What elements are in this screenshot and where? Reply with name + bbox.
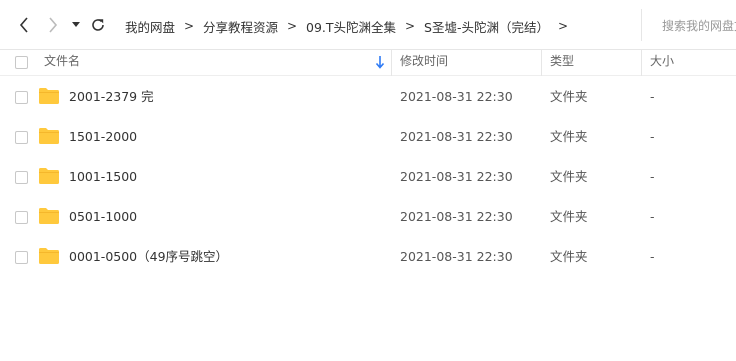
table-row[interactable]: 1501-2000 2021-08-31 22:30 文件夹 - [0,118,736,158]
file-size: - [650,209,655,224]
file-name[interactable]: 2001-2379 完 [69,78,154,118]
file-type: 文件夹 [550,209,588,224]
row-checkbox[interactable] [15,171,28,184]
file-name[interactable]: 1001-1500 [69,158,137,198]
file-type: 文件夹 [550,169,588,184]
table-row[interactable]: 2001-2379 完 2021-08-31 22:30 文件夹 - [0,78,736,118]
breadcrumb-separator: > [287,19,298,33]
file-modified-time: 2021-08-31 22:30 [400,169,513,184]
table-row[interactable]: 0001-0500（49序号跳空） 2021-08-31 22:30 文件夹 - [0,238,736,278]
forward-button[interactable] [43,14,63,36]
file-size: - [650,249,655,264]
row-checkbox[interactable] [15,251,28,264]
file-size: - [650,89,655,104]
file-manager-window: 我的网盘 > 分享教程资源 > 09.T头陀渊全集 > S圣墟-头陀渊（完结） … [0,0,736,361]
column-header-type[interactable]: 类型 [550,50,574,76]
column-header-size[interactable]: 大小 [650,50,674,76]
folder-icon [39,208,59,224]
breadcrumb-item-collection[interactable]: 09.T头陀渊全集 [302,17,400,36]
row-checkbox[interactable] [15,91,28,104]
sort-down-arrow-icon[interactable] [374,55,386,69]
column-header-modified[interactable]: 修改时间 [400,50,448,76]
folder-icon [39,168,59,184]
history-dropdown-button[interactable] [70,14,82,36]
table-row[interactable]: 1001-1500 2021-08-31 22:30 文件夹 - [0,158,736,198]
refresh-button[interactable] [88,14,108,36]
back-button[interactable] [14,14,34,36]
folder-icon [39,128,59,144]
file-name[interactable]: 1501-2000 [69,118,137,158]
file-name[interactable]: 0501-1000 [69,198,137,238]
file-list-header: 文件名 修改时间 类型 大小 [0,50,736,76]
file-modified-time: 2021-08-31 22:30 [400,209,513,224]
row-checkbox[interactable] [15,131,28,144]
navigation-bar: 我的网盘 > 分享教程资源 > 09.T头陀渊全集 > S圣墟-头陀渊（完结） … [0,0,736,50]
select-all-checkbox[interactable] [15,56,28,69]
file-size: - [650,129,655,144]
column-divider[interactable] [391,50,392,76]
search-input[interactable]: 搜索我的网盘文件 [641,9,736,41]
row-checkbox[interactable] [15,211,28,224]
search-placeholder: 搜索我的网盘文件 [662,18,736,33]
breadcrumb-item-current-folder[interactable]: S圣墟-头陀渊（完结） [420,17,553,36]
forward-arrow-icon [49,17,58,33]
table-row[interactable]: 0501-1000 2021-08-31 22:30 文件夹 - [0,198,736,238]
file-name[interactable]: 0001-0500（49序号跳空） [69,238,228,278]
refresh-icon [92,19,104,31]
breadcrumb-separator: > [183,19,195,33]
column-header-name[interactable]: 文件名 [44,50,80,76]
breadcrumb: 我的网盘 > 分享教程资源 > 09.T头陀渊全集 > S圣墟-头陀渊（完结） … [121,13,637,39]
file-type: 文件夹 [550,129,588,144]
breadcrumb-item-my-drive[interactable]: 我的网盘 [121,17,179,36]
dropdown-caret-icon [72,22,80,27]
breadcrumb-separator: > [405,19,416,33]
file-modified-time: 2021-08-31 22:30 [400,129,513,144]
breadcrumb-item-shared-resources[interactable]: 分享教程资源 [199,17,282,36]
column-divider[interactable] [541,50,542,76]
file-type: 文件夹 [550,249,588,264]
file-type: 文件夹 [550,89,588,104]
file-size: - [650,169,655,184]
folder-icon [39,248,59,264]
breadcrumb-separator: > [557,19,569,33]
file-modified-time: 2021-08-31 22:30 [400,249,513,264]
back-arrow-icon [19,17,28,33]
folder-icon [39,88,59,104]
column-divider[interactable] [641,50,642,76]
file-modified-time: 2021-08-31 22:30 [400,89,513,104]
